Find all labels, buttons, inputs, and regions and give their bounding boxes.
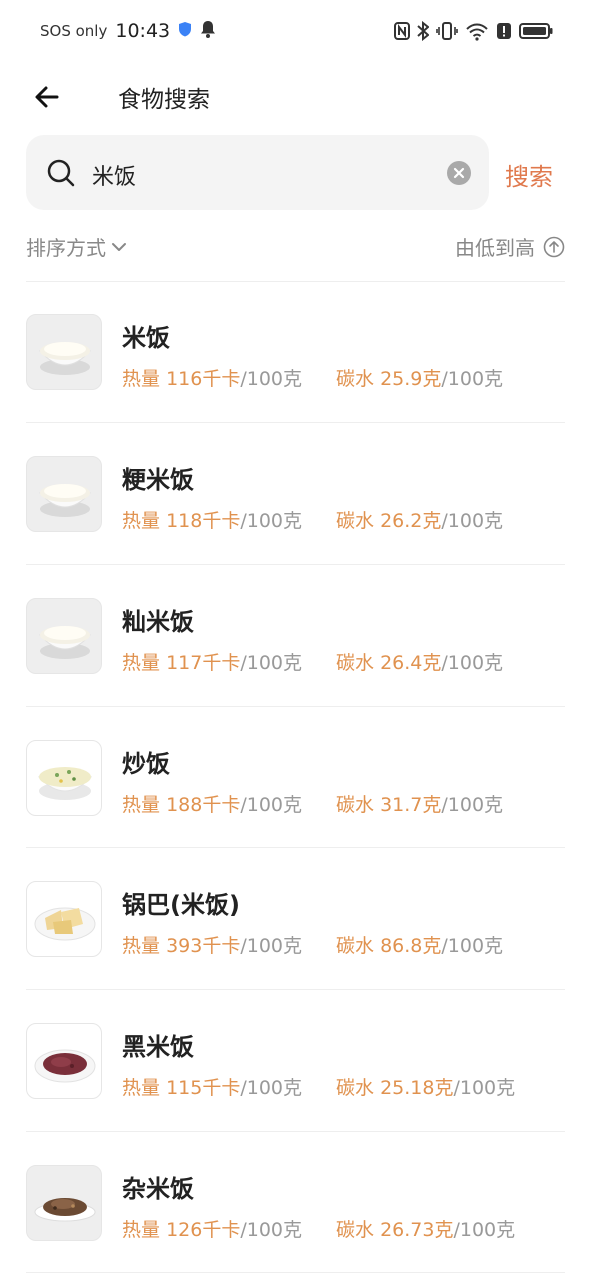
black-rice-icon (34, 1049, 96, 1083)
battery-icon (519, 22, 553, 44)
clock-time: 10:43 (115, 20, 171, 42)
sort-order-label: 由低到高 (455, 236, 535, 260)
calorie-stat: 热量 115千卡/100克 (122, 1077, 302, 1099)
back-arrow-icon (35, 86, 59, 108)
rice-bowl-icon (38, 484, 92, 517)
food-name: 锅巴(米饭) (122, 891, 240, 919)
food-thumbnail (26, 456, 102, 532)
carb-stat: 碳水 86.8克/100克 (336, 935, 504, 957)
wifi-icon (465, 21, 489, 45)
carb-stat: 碳水 26.73克/100克 (336, 1219, 516, 1241)
calorie-stat: 热量 118千卡/100克 (122, 510, 302, 532)
nfc-icon (394, 22, 410, 44)
divider (26, 847, 565, 848)
close-icon (453, 167, 465, 179)
food-thumbnail (26, 740, 102, 816)
calorie-stat: 热量 188千卡/100克 (122, 794, 302, 816)
carb-stat: 碳水 26.4克/100克 (336, 652, 504, 674)
app-header: 食物搜索 (0, 66, 591, 126)
divider (26, 422, 565, 423)
food-thumbnail (26, 1023, 102, 1099)
divider (26, 564, 565, 565)
divider (26, 1272, 565, 1273)
sort-method-dropdown[interactable]: 排序方式 (26, 232, 128, 261)
chevron-down-icon (112, 242, 126, 251)
food-thumbnail (26, 1165, 102, 1241)
alert-icon (496, 22, 512, 44)
food-thumbnail (26, 314, 102, 390)
vibrate-icon (436, 21, 458, 45)
bell-icon (200, 20, 216, 42)
search-button[interactable]: 搜索 (505, 157, 553, 192)
divider (26, 989, 565, 990)
calorie-stat: 热量 126千卡/100克 (122, 1219, 302, 1241)
rice-crust-icon (34, 907, 96, 941)
shield-icon (178, 21, 192, 41)
calorie-stat: 热量 117千卡/100克 (122, 652, 302, 674)
list-item[interactable]: 锅巴(米饭) 热量 393千卡/100克 碳水 86.8克/100克 (0, 849, 591, 990)
food-name: 粳米饭 (122, 466, 194, 494)
food-name: 杂米饭 (122, 1175, 194, 1203)
search-bar[interactable]: 米饭 (26, 135, 489, 210)
clear-search-button[interactable] (447, 161, 471, 185)
status-bar: SOS only 10:43 (0, 0, 591, 66)
carb-stat: 碳水 25.9克/100克 (336, 368, 504, 390)
calorie-stat: 热量 116千卡/100克 (122, 368, 302, 390)
carb-stat: 碳水 25.18克/100克 (336, 1077, 516, 1099)
divider (26, 1131, 565, 1132)
bluetooth-icon (417, 20, 430, 45)
rice-bowl-icon (38, 342, 92, 375)
list-item[interactable]: 黑米饭 热量 115千卡/100克 碳水 25.18克/100克 (0, 991, 591, 1132)
fried-rice-icon (37, 767, 93, 800)
list-item[interactable]: 籼米饭 热量 117千卡/100克 碳水 26.4克/100克 (0, 566, 591, 707)
food-name: 籼米饭 (122, 608, 194, 636)
food-name: 黑米饭 (122, 1033, 194, 1061)
sort-order-toggle[interactable]: 由低到高 (455, 232, 565, 261)
search-icon (47, 159, 75, 187)
list-item[interactable]: 杂米饭 热量 126千卡/100克 碳水 26.73克/100克 (0, 1133, 591, 1274)
list-item[interactable]: 米饭 热量 116千卡/100克 碳水 25.9克/100克 (0, 282, 591, 423)
sos-status: SOS only (40, 22, 108, 40)
food-thumbnail (26, 881, 102, 957)
carb-stat: 碳水 26.2克/100克 (336, 510, 504, 532)
sort-row: 排序方式 由低到高 (0, 228, 591, 268)
food-name: 米饭 (122, 324, 170, 352)
rice-bowl-icon (38, 626, 92, 659)
divider (26, 706, 565, 707)
arrow-up-circle-icon (543, 236, 565, 257)
mixed-rice-icon (34, 1198, 96, 1222)
calorie-stat: 热量 393千卡/100克 (122, 935, 302, 957)
back-button[interactable] (30, 80, 64, 114)
food-thumbnail (26, 598, 102, 674)
food-name: 炒饭 (122, 750, 170, 778)
search-input[interactable]: 米饭 (92, 159, 136, 191)
page-title: 食物搜索 (118, 87, 210, 113)
carb-stat: 碳水 31.7克/100克 (336, 794, 504, 816)
list-item[interactable]: 粳米饭 热量 118千卡/100克 碳水 26.2克/100克 (0, 424, 591, 565)
list-item[interactable]: 炒饭 热量 188千卡/100克 碳水 31.7克/100克 (0, 708, 591, 849)
sort-method-label: 排序方式 (26, 236, 106, 260)
